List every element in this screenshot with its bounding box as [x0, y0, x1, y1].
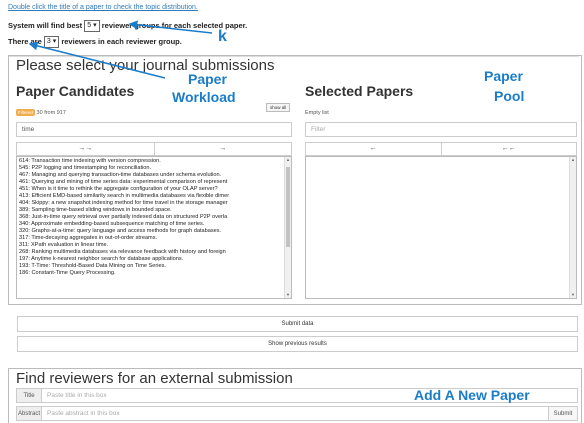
annotation-add-paper: Add A New Paper [414, 387, 530, 403]
annotation-paper-pool-2: Pool [494, 88, 525, 104]
annotation-k: k [218, 28, 227, 45]
annotation-paper-pool-1: Paper [484, 68, 523, 84]
annotation-paper-workload-2: Workload [172, 89, 236, 105]
annotation-paper-workload-1: Paper [188, 71, 227, 87]
workload-arrow [28, 41, 166, 79]
annotation-arrows [28, 20, 213, 79]
k-arrow [128, 20, 213, 34]
